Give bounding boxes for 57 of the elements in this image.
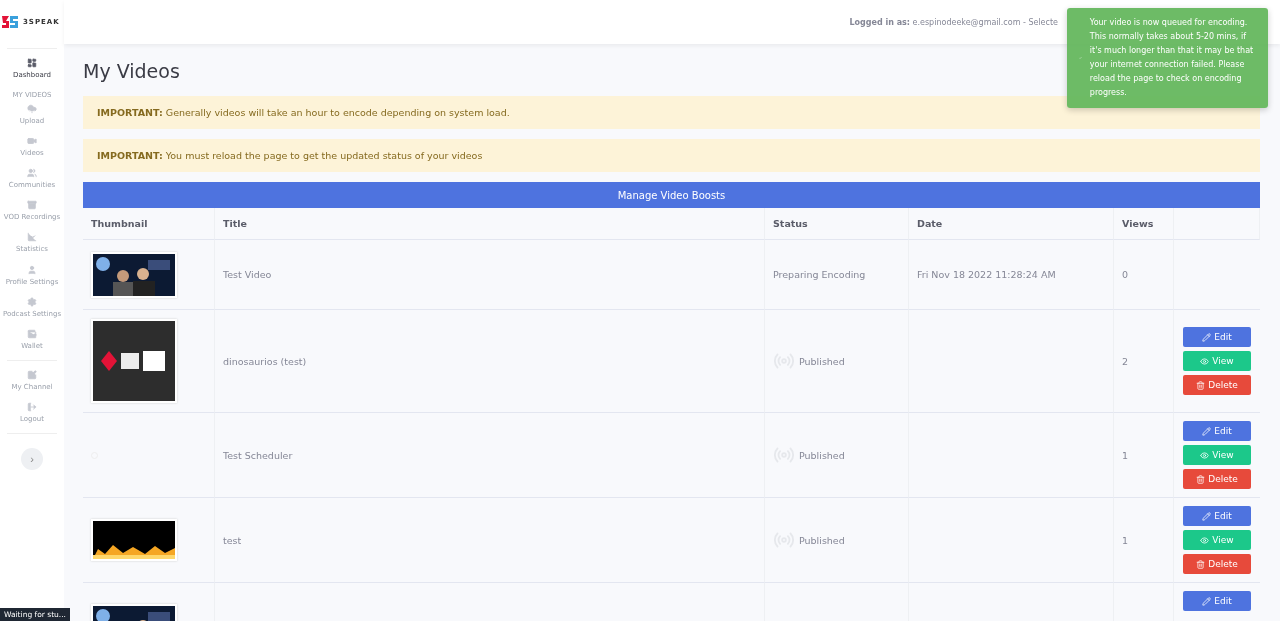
table-cell: 1: [1114, 413, 1174, 498]
archive-icon: [27, 200, 37, 211]
column-header: Status: [765, 208, 909, 240]
video-status: Published: [799, 355, 845, 367]
pencil-icon: [1202, 596, 1212, 606]
pencil-icon: [1202, 426, 1212, 436]
video-status: Published: [799, 449, 845, 461]
dashboard-icon: [27, 58, 37, 68]
column-header: Title: [215, 208, 765, 240]
pencil-icon: [1202, 511, 1212, 521]
column-header: Views: [1114, 208, 1174, 240]
edit-icon: [27, 369, 37, 380]
table-cell: Test Scheduler: [215, 413, 765, 498]
delete-button[interactable]: Delete: [1183, 469, 1251, 489]
table-cell: 0: [1114, 240, 1174, 310]
table-cell: 2: [1114, 310, 1174, 413]
table-cell: 1: [1114, 498, 1174, 583]
logout-icon: [27, 401, 37, 412]
table-cell: dinosaurios (test): [215, 310, 765, 413]
toast-message: Your video is now queued for encoding. This normally takes about 5-20 mins, if it's much longer than that it may be that your internet connection failed. Please reload the page to check on encoding progress.: [1089, 17, 1255, 99]
column-header: Date: [909, 208, 1114, 240]
page-title: My Videos: [83, 60, 180, 82]
view-button[interactable]: View: [1183, 445, 1251, 465]
logo-icon: [1, 14, 19, 30]
eye-icon: [1200, 535, 1210, 545]
gear-icon: [27, 296, 37, 307]
trash-icon: [1196, 474, 1206, 484]
view-button[interactable]: View: [1183, 351, 1251, 371]
eye-icon: [1200, 356, 1210, 366]
alert-message: IMPORTANT: You must reload the page to get the updated status of your videos: [83, 139, 1260, 172]
table-cell: Test Video: [215, 240, 765, 310]
user-icon: [27, 264, 37, 275]
view-button[interactable]: View: [1183, 530, 1251, 550]
delete-button[interactable]: Delete: [1183, 554, 1251, 574]
delete-button[interactable]: Delete: [1183, 375, 1251, 395]
eye-icon: [1200, 450, 1210, 460]
video-status: Preparing Encoding: [773, 269, 866, 280]
upload-icon: [27, 104, 37, 115]
users-icon: [27, 168, 37, 179]
table-cell: test: [215, 498, 765, 583]
manage-boosts-button[interactable]: Manage Video Boosts: [83, 182, 1260, 208]
video-camera-icon: [27, 136, 37, 147]
edit-button[interactable]: Edit: [1183, 506, 1251, 526]
video-status: Published: [799, 534, 845, 546]
pencil-icon: [1202, 332, 1212, 342]
logged-in-text: Logged in as: e.espinodeeke@gmail.com - Selecte: [849, 17, 1058, 27]
edit-button[interactable]: Edit: [1183, 327, 1251, 347]
wallet-icon: [27, 328, 37, 339]
column-header: Thumbnail: [83, 208, 215, 240]
alert-message: IMPORTANT: Generally videos will take an hour to encode depending on system load.: [83, 96, 1260, 129]
table-cell: Fri Nov 18 2022 11:28:24 AM: [909, 240, 1114, 310]
trash-icon: [1196, 559, 1206, 569]
trash-icon: [1196, 380, 1206, 390]
chart-icon: [27, 232, 37, 243]
edit-button[interactable]: Edit: [1183, 421, 1251, 441]
sidebar-toggle[interactable]: ›: [21, 448, 43, 471]
edit-button[interactable]: Edit: [1183, 591, 1251, 611]
